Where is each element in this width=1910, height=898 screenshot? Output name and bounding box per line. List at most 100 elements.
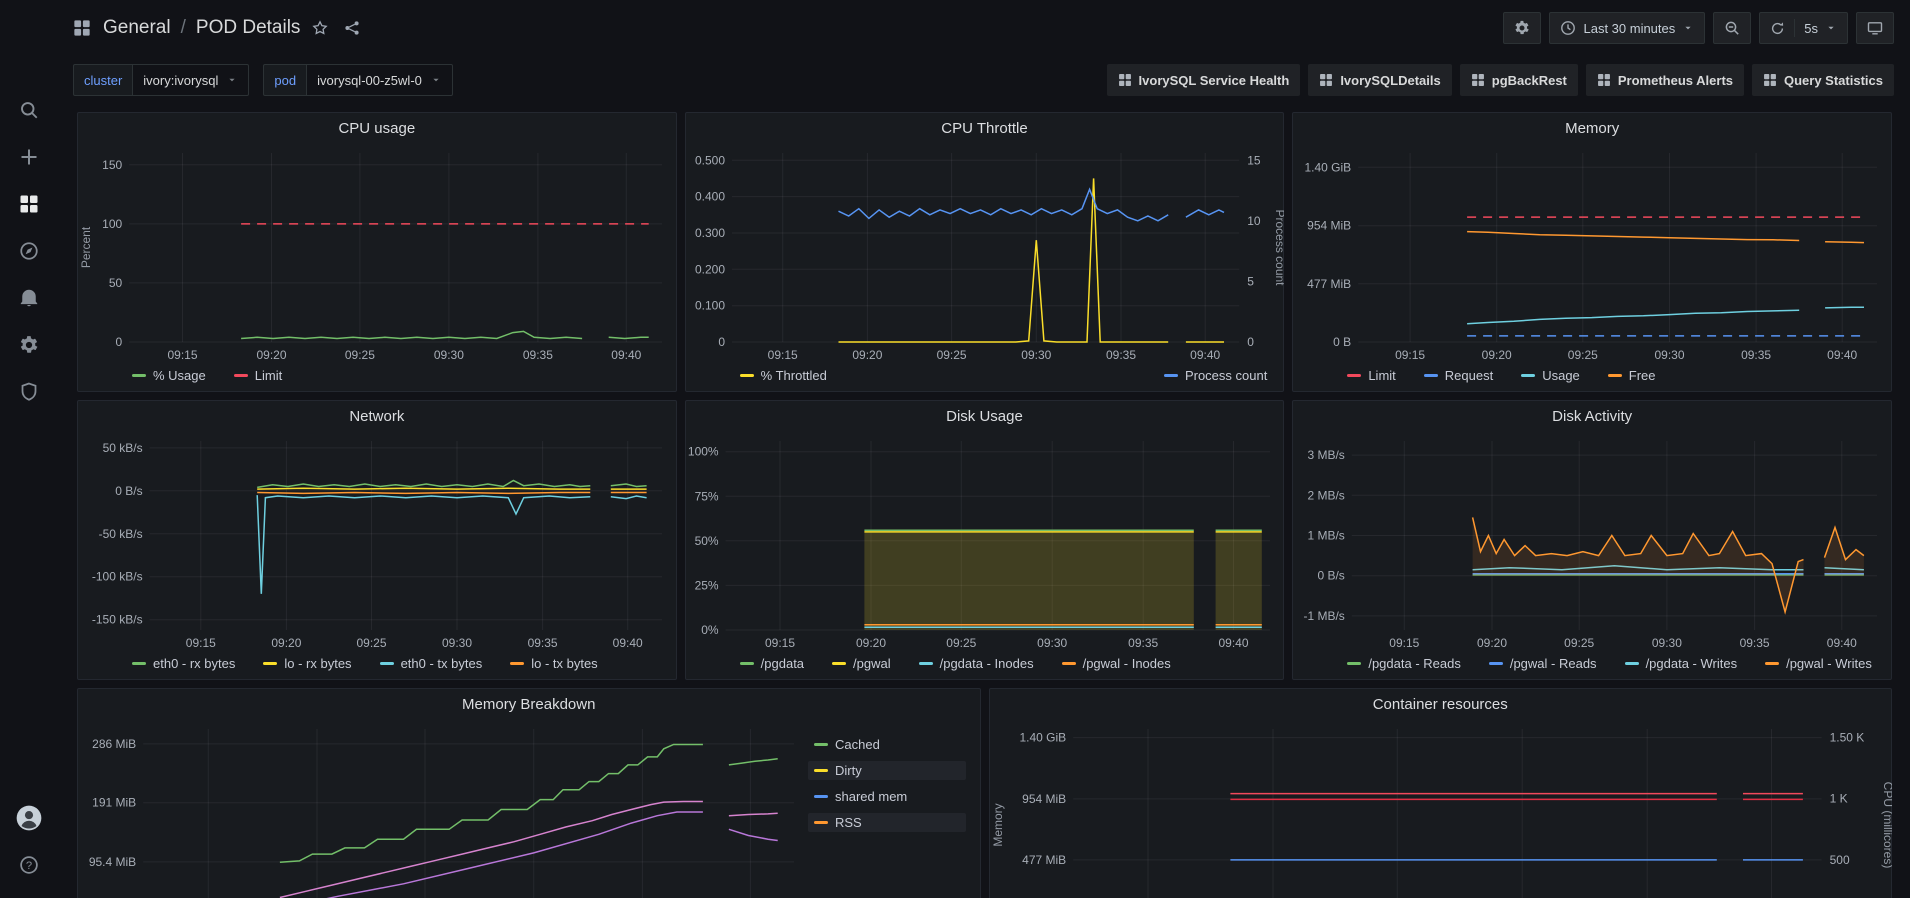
legend-label: Dirty (835, 763, 862, 778)
container-resources-chart[interactable]: 477 MiB954 MiB1.40 GiB5001 K1.50 KMemory… (990, 719, 1892, 898)
legend-item-free[interactable]: Free (1602, 366, 1662, 385)
panel-title[interactable]: Network (78, 401, 676, 431)
dashboards-icon[interactable] (0, 180, 57, 227)
button-divider (1794, 19, 1795, 37)
dashboard-link-prometheus-alerts[interactable]: Prometheus Alerts (1586, 64, 1744, 96)
dashboard-link-query-statistics[interactable]: Query Statistics (1752, 64, 1894, 96)
legend-label: /pgwal - Writes (1786, 656, 1872, 671)
star-icon[interactable] (308, 16, 332, 40)
legend-item-pgwal-inodes[interactable]: /pgwal - Inodes (1056, 654, 1177, 673)
legend-swatch (132, 374, 146, 377)
svg-text:09:15: 09:15 (1395, 348, 1425, 362)
legend-item-shared-mem[interactable]: shared mem (808, 787, 966, 806)
legend-item-process-count[interactable]: Process count (1158, 366, 1273, 385)
grafana-logo-icon[interactable] (0, 8, 57, 60)
legend-item-dirty[interactable]: Dirty (808, 761, 966, 780)
server-admin-shield-icon[interactable] (0, 368, 57, 415)
svg-text:09:40: 09:40 (1218, 636, 1248, 650)
breadcrumb-folder[interactable]: General (103, 17, 171, 39)
zoom-out-icon (1724, 20, 1740, 36)
legend-item-limit[interactable]: Limit (228, 366, 288, 385)
explore-compass-icon[interactable] (0, 227, 57, 274)
svg-text:09:15: 09:15 (186, 636, 216, 650)
panel-title[interactable]: Memory Breakdown (78, 689, 980, 719)
svg-text:95.4 MiB: 95.4 MiB (89, 855, 136, 869)
variable-pod-value: ivorysql-00-z5wl-0 (317, 73, 422, 88)
svg-text:50%: 50% (694, 534, 718, 548)
legend-item-pgwal[interactable]: /pgwal (826, 654, 897, 673)
disk-usage-legend: /pgdata/pgwal/pgdata - Inodes/pgwal - In… (686, 654, 1284, 679)
cycle-view-button[interactable] (1856, 12, 1894, 44)
refresh-button[interactable]: 5s (1759, 12, 1848, 44)
panel-title[interactable]: Disk Usage (686, 401, 1284, 431)
svg-text:477 MiB: 477 MiB (1307, 277, 1351, 291)
help-icon[interactable] (0, 841, 57, 888)
dashboard-link-ivorysqldetails[interactable]: IvorySQLDetails (1308, 64, 1451, 96)
svg-text:09:25: 09:25 (946, 636, 976, 650)
svg-text:0.300: 0.300 (695, 226, 725, 240)
svg-text:1 K: 1 K (1829, 792, 1847, 806)
cpu-throttle-chart[interactable]: 00.1000.2000.3000.4000.50009:1509:2009:2… (686, 143, 1284, 366)
dashboard-link-ivorysql-service-health[interactable]: IvorySQL Service Health (1107, 64, 1301, 96)
legend-item-cached[interactable]: Cached (808, 735, 966, 754)
disk-usage-chart[interactable]: 0%25%50%75%100%09:1509:2009:2509:3009:35… (686, 431, 1284, 654)
legend-item-eth0-rx-bytes[interactable]: eth0 - rx bytes (126, 654, 241, 673)
svg-text:09:30: 09:30 (434, 348, 464, 362)
svg-text:09:20: 09:20 (256, 348, 286, 362)
legend-item-pgdata[interactable]: /pgdata (734, 654, 810, 673)
breadcrumb-dashboard[interactable]: POD Details (196, 17, 301, 39)
svg-text:09:40: 09:40 (1827, 636, 1857, 650)
legend-item-eth0-tx-bytes[interactable]: eth0 - tx bytes (374, 654, 489, 673)
legend-item-pgdata-writes[interactable]: /pgdata - Writes (1619, 654, 1744, 673)
svg-text:0 B/s: 0 B/s (115, 484, 142, 498)
svg-text:CPU (millicores): CPU (millicores) (1881, 782, 1892, 869)
svg-text:286 MiB: 286 MiB (92, 737, 136, 751)
legend-item-pgdata-inodes[interactable]: /pgdata - Inodes (913, 654, 1040, 673)
disk-activity-chart[interactable]: -1 MB/s0 B/s1 MB/s2 MB/s3 MB/s09:1509:20… (1293, 431, 1891, 654)
legend-label: shared mem (835, 789, 907, 804)
memory-chart[interactable]: 0 B477 MiB954 MiB1.40 GiB09:1509:2009:25… (1293, 143, 1891, 366)
panel-title[interactable]: Memory (1293, 113, 1891, 143)
legend-item-request[interactable]: Request (1418, 366, 1499, 385)
dashboard-link-pgbackrest[interactable]: pgBackRest (1460, 64, 1578, 96)
legend-item-lo-tx-bytes[interactable]: lo - tx bytes (504, 654, 603, 673)
panel-cpu-usage: CPU usage 05010015009:1509:2009:2509:300… (77, 112, 677, 392)
panel-title[interactable]: CPU usage (78, 113, 676, 143)
legend-item-usage[interactable]: Usage (1515, 366, 1586, 385)
share-icon[interactable] (340, 16, 364, 40)
zoom-out-button[interactable] (1713, 12, 1751, 44)
legend-item-pgwal-reads[interactable]: /pgwal - Reads (1483, 654, 1603, 673)
user-avatar[interactable] (0, 794, 57, 841)
alerting-bell-icon[interactable] (0, 274, 57, 321)
legend-item-limit[interactable]: Limit (1341, 366, 1401, 385)
search-icon[interactable] (0, 86, 57, 133)
cpu-usage-chart[interactable]: 05010015009:1509:2009:2509:3009:3509:40P… (78, 143, 676, 366)
legend-item-lo-rx-bytes[interactable]: lo - rx bytes (257, 654, 357, 673)
panel-title[interactable]: Container resources (990, 689, 1892, 719)
variable-pod: pod ivorysql-00-z5wl-0 (263, 64, 452, 96)
svg-text:Process count: Process count (1273, 209, 1284, 286)
memory-breakdown-chart[interactable]: 95.4 MiB191 MiB286 MiB (78, 719, 808, 898)
time-range-picker[interactable]: Last 30 minutes (1549, 12, 1705, 44)
svg-text:-1 MB/s: -1 MB/s (1304, 609, 1345, 623)
variable-cluster-dropdown[interactable]: ivory:ivorysql (132, 64, 249, 96)
apps-grid-icon (1471, 73, 1485, 87)
legend-swatch (740, 374, 754, 377)
link-label: IvorySQLDetails (1340, 73, 1440, 88)
dashboard-settings-button[interactable] (1503, 12, 1541, 44)
legend-swatch (740, 662, 754, 665)
legend-item-pgdata-reads[interactable]: /pgdata - Reads (1341, 654, 1467, 673)
network-chart[interactable]: -150 kB/s-100 kB/s-50 kB/s0 B/s50 kB/s09… (78, 431, 676, 654)
legend-item-usage[interactable]: % Usage (126, 366, 212, 385)
legend-item-pgwal-writes[interactable]: /pgwal - Writes (1759, 654, 1878, 673)
svg-text:09:15: 09:15 (1390, 636, 1420, 650)
memory-legend: Limit Request Usage Free (1293, 366, 1891, 391)
create-plus-icon[interactable] (0, 133, 57, 180)
legend-item-rss[interactable]: RSS (808, 813, 966, 832)
panel-title[interactable]: Disk Activity (1293, 401, 1891, 431)
variable-pod-dropdown[interactable]: ivorysql-00-z5wl-0 (306, 64, 453, 96)
refresh-icon (1770, 21, 1785, 36)
configuration-gear-icon[interactable] (0, 321, 57, 368)
legend-item-throttled[interactable]: % Throttled (734, 366, 833, 385)
panel-title[interactable]: CPU Throttle (686, 113, 1284, 143)
